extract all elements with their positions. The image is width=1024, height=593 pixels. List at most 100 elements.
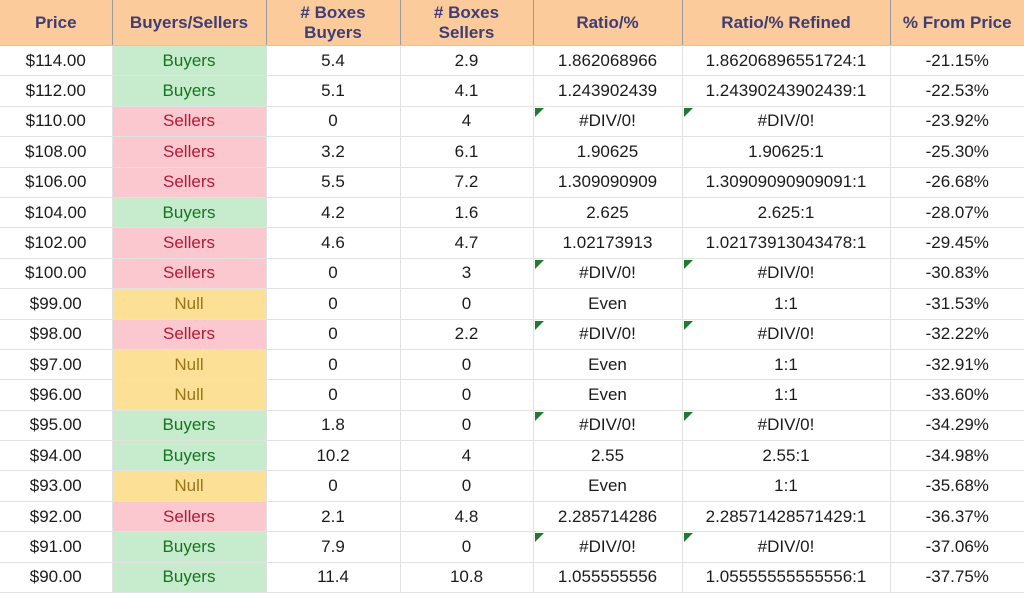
cell-price[interactable]: $93.00 — [0, 470, 113, 502]
cell-ratio[interactable]: 1.02173913 — [533, 227, 683, 259]
cell-pct_price[interactable]: -32.22% — [890, 319, 1024, 350]
cell-pct_price[interactable]: -23.92% — [890, 106, 1024, 138]
table-row[interactable]: $114.00 Buyers 5.4 2.9 1.862068966 1.86206896… — [0, 45, 1024, 77]
cell-boxes_sell[interactable]: 1.6 — [400, 197, 534, 229]
cell-pct_price[interactable]: -34.29% — [890, 410, 1024, 442]
cell-ratio_ref[interactable]: 2.28571428571429:1 — [682, 501, 891, 533]
cell-ratio_ref[interactable]: #DIV/0! — [682, 531, 891, 563]
table-row[interactable]: $110.00 Sellers 0 4 #DIV/0! #DIV/0! -23.92% — [0, 106, 1024, 138]
cell-signal[interactable]: Null — [112, 349, 267, 381]
cell-ratio_ref[interactable]: 1:1 — [682, 349, 891, 381]
cell-boxes_sell[interactable]: 2.2 — [400, 319, 534, 350]
cell-ratio_ref[interactable]: 1.86206896551724:1 — [682, 45, 891, 77]
table-row[interactable]: $99.00 Null 0 0 Even 1:1 -31.53% — [0, 288, 1024, 320]
cell-pct_price[interactable]: -29.45% — [890, 227, 1024, 259]
cell-signal[interactable]: Buyers — [112, 75, 267, 107]
cell-ratio[interactable]: Even — [533, 349, 683, 381]
cell-price[interactable]: $102.00 — [0, 227, 113, 259]
cell-boxes_sell[interactable]: 0 — [400, 531, 534, 563]
cell-boxes_buy[interactable]: 11.4 — [266, 562, 401, 593]
cell-boxes_sell[interactable]: 0 — [400, 349, 534, 381]
cell-pct_price[interactable]: -32.91% — [890, 349, 1024, 381]
column-header-signal[interactable]: Buyers/Sellers — [112, 0, 267, 46]
table-row[interactable]: $93.00 Null 0 0 Even 1:1 -35.68% — [0, 470, 1024, 502]
cell-pct_price[interactable]: -21.15% — [890, 45, 1024, 77]
cell-boxes_buy[interactable]: 0 — [266, 288, 401, 320]
cell-ratio_ref[interactable]: 2.625:1 — [682, 197, 891, 229]
cell-ratio[interactable]: 1.055555556 — [533, 562, 683, 593]
cell-signal[interactable]: Buyers — [112, 45, 267, 77]
cell-ratio_ref[interactable]: #DIV/0! — [682, 258, 891, 290]
cell-ratio_ref[interactable]: #DIV/0! — [682, 106, 891, 138]
cell-signal[interactable]: Buyers — [112, 197, 267, 229]
cell-boxes_sell[interactable]: 0 — [400, 379, 534, 411]
table-row[interactable]: $104.00 Buyers 4.2 1.6 2.625 2.625:1 -28.07% — [0, 197, 1024, 229]
cell-boxes_buy[interactable]: 0 — [266, 258, 401, 290]
cell-price[interactable]: $92.00 — [0, 501, 113, 533]
cell-signal[interactable]: Sellers — [112, 136, 267, 168]
table-row[interactable]: $108.00 Sellers 3.2 6.1 1.90625 1.90625:1 -25.… — [0, 136, 1024, 168]
cell-boxes_buy[interactable]: 10.2 — [266, 440, 401, 472]
cell-ratio_ref[interactable]: 1:1 — [682, 379, 891, 411]
cell-ratio_ref[interactable]: 1.24390243902439:1 — [682, 75, 891, 107]
cell-ratio[interactable]: #DIV/0! — [533, 410, 683, 442]
column-header-boxes_sell[interactable]: # Boxes Sellers — [400, 0, 534, 46]
cell-price[interactable]: $110.00 — [0, 106, 113, 138]
cell-boxes_sell[interactable]: 2.9 — [400, 45, 534, 77]
cell-boxes_buy[interactable]: 5.5 — [266, 167, 401, 198]
cell-boxes_sell[interactable]: 4.7 — [400, 227, 534, 259]
cell-signal[interactable]: Null — [112, 379, 267, 411]
cell-signal[interactable]: Null — [112, 470, 267, 502]
cell-ratio[interactable]: 1.243902439 — [533, 75, 683, 107]
cell-boxes_buy[interactable]: 5.1 — [266, 75, 401, 107]
cell-signal[interactable]: Buyers — [112, 562, 267, 593]
cell-boxes_buy[interactable]: 5.4 — [266, 45, 401, 77]
column-header-pct_price[interactable]: % From Price — [890, 0, 1024, 46]
cell-ratio_ref[interactable]: 1.02173913043478:1 — [682, 227, 891, 259]
cell-boxes_sell[interactable]: 4 — [400, 106, 534, 138]
cell-boxes_buy[interactable]: 0 — [266, 470, 401, 502]
cell-ratio_ref[interactable]: 1:1 — [682, 470, 891, 502]
table-row[interactable]: $98.00 Sellers 0 2.2 #DIV/0! #DIV/0! -32.22% — [0, 319, 1024, 350]
cell-boxes_sell[interactable]: 0 — [400, 470, 534, 502]
cell-signal[interactable]: Null — [112, 288, 267, 320]
cell-ratio_ref[interactable]: #DIV/0! — [682, 410, 891, 442]
column-header-boxes_buy[interactable]: # Boxes Buyers — [266, 0, 401, 46]
cell-signal[interactable]: Sellers — [112, 227, 267, 259]
cell-price[interactable]: $104.00 — [0, 197, 113, 229]
table-row[interactable]: $90.00 Buyers 11.4 10.8 1.055555556 1.0555555… — [0, 562, 1024, 593]
cell-ratio[interactable]: #DIV/0! — [533, 106, 683, 138]
cell-ratio[interactable]: Even — [533, 470, 683, 502]
cell-ratio_ref[interactable]: 1.05555555555556:1 — [682, 562, 891, 593]
cell-signal[interactable]: Sellers — [112, 258, 267, 290]
cell-ratio[interactable]: 2.285714286 — [533, 501, 683, 533]
cell-boxes_buy[interactable]: 3.2 — [266, 136, 401, 168]
cell-ratio_ref[interactable]: #DIV/0! — [682, 319, 891, 350]
cell-boxes_sell[interactable]: 6.1 — [400, 136, 534, 168]
cell-pct_price[interactable]: -22.53% — [890, 75, 1024, 107]
cell-boxes_buy[interactable]: 1.8 — [266, 410, 401, 442]
cell-pct_price[interactable]: -37.75% — [890, 562, 1024, 593]
cell-boxes_sell[interactable]: 0 — [400, 288, 534, 320]
cell-boxes_sell[interactable]: 10.8 — [400, 562, 534, 593]
cell-signal[interactable]: Buyers — [112, 410, 267, 442]
cell-price[interactable]: $114.00 — [0, 45, 113, 77]
cell-boxes_buy[interactable]: 2.1 — [266, 501, 401, 533]
cell-ratio_ref[interactable]: 2.55:1 — [682, 440, 891, 472]
table-row[interactable]: $100.00 Sellers 0 3 #DIV/0! #DIV/0! -30.83% — [0, 258, 1024, 290]
column-header-ratio_ref[interactable]: Ratio/% Refined — [682, 0, 891, 46]
cell-pct_price[interactable]: -25.30% — [890, 136, 1024, 168]
cell-boxes_buy[interactable]: 4.6 — [266, 227, 401, 259]
table-row[interactable]: $95.00 Buyers 1.8 0 #DIV/0! #DIV/0! -34.29% — [0, 410, 1024, 442]
cell-pct_price[interactable]: -33.60% — [890, 379, 1024, 411]
table-row[interactable]: $91.00 Buyers 7.9 0 #DIV/0! #DIV/0! -37.06% — [0, 531, 1024, 563]
cell-boxes_buy[interactable]: 0 — [266, 379, 401, 411]
table-row[interactable]: $96.00 Null 0 0 Even 1:1 -33.60% — [0, 379, 1024, 411]
cell-price[interactable]: $90.00 — [0, 562, 113, 593]
cell-pct_price[interactable]: -31.53% — [890, 288, 1024, 320]
cell-boxes_sell[interactable]: 4 — [400, 440, 534, 472]
cell-pct_price[interactable]: -30.83% — [890, 258, 1024, 290]
cell-boxes_buy[interactable]: 0 — [266, 106, 401, 138]
cell-ratio[interactable]: 1.309090909 — [533, 167, 683, 198]
cell-price[interactable]: $108.00 — [0, 136, 113, 168]
